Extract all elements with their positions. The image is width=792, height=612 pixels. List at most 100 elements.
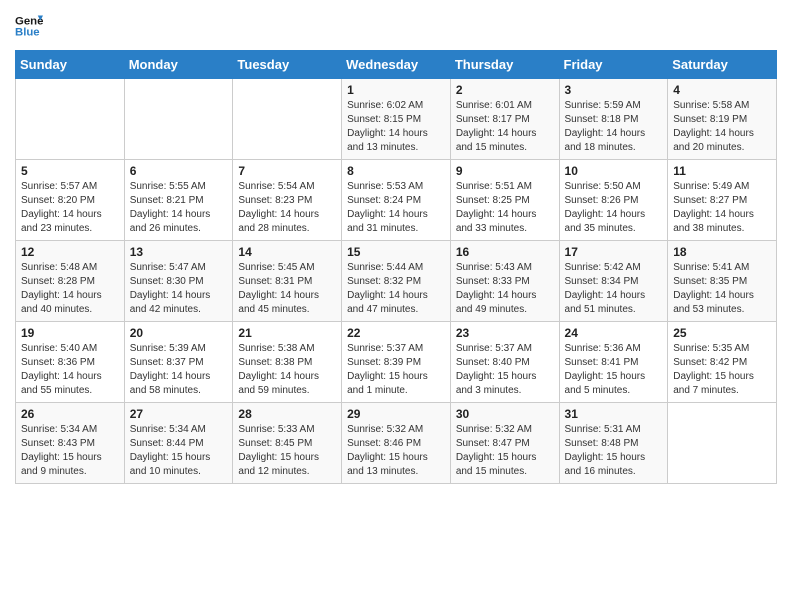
day-info: Sunrise: 5:32 AM Sunset: 8:46 PM Dayligh… [347,423,445,479]
day-number: 13 [130,245,228,259]
day-number: 16 [456,245,554,259]
column-header-saturday: Saturday [668,51,777,79]
day-info: Sunrise: 5:58 AM Sunset: 8:19 PM Dayligh… [673,99,771,155]
day-number: 29 [347,407,445,421]
column-header-friday: Friday [559,51,668,79]
day-number: 20 [130,326,228,340]
day-info: Sunrise: 5:34 AM Sunset: 8:44 PM Dayligh… [130,423,228,479]
day-number: 8 [347,164,445,178]
calendar-cell: 20 Sunrise: 5:39 AM Sunset: 8:37 PM Dayli… [124,322,233,403]
day-info: Sunrise: 5:40 AM Sunset: 8:36 PM Dayligh… [21,342,119,398]
day-number: 28 [238,407,336,421]
day-number: 27 [130,407,228,421]
calendar-cell: 12 Sunrise: 5:48 AM Sunset: 8:28 PM Dayli… [16,241,125,322]
svg-text:Blue: Blue [15,27,40,39]
day-info: Sunrise: 5:36 AM Sunset: 8:41 PM Dayligh… [565,342,663,398]
day-info: Sunrise: 5:47 AM Sunset: 8:30 PM Dayligh… [130,261,228,317]
calendar-cell: 6 Sunrise: 5:55 AM Sunset: 8:21 PM Daylig… [124,160,233,241]
day-number: 3 [565,83,663,97]
day-number: 24 [565,326,663,340]
calendar-cell: 5 Sunrise: 5:57 AM Sunset: 8:20 PM Daylig… [16,160,125,241]
day-info: Sunrise: 5:35 AM Sunset: 8:42 PM Dayligh… [673,342,771,398]
day-number: 12 [21,245,119,259]
calendar-cell: 25 Sunrise: 5:35 AM Sunset: 8:42 PM Dayli… [668,322,777,403]
day-info: Sunrise: 5:41 AM Sunset: 8:35 PM Dayligh… [673,261,771,317]
calendar-cell: 3 Sunrise: 5:59 AM Sunset: 8:18 PM Daylig… [559,79,668,160]
day-info: Sunrise: 5:45 AM Sunset: 8:31 PM Dayligh… [238,261,336,317]
day-info: Sunrise: 5:33 AM Sunset: 8:45 PM Dayligh… [238,423,336,479]
day-info: Sunrise: 5:49 AM Sunset: 8:27 PM Dayligh… [673,180,771,236]
column-header-thursday: Thursday [450,51,559,79]
calendar-table: SundayMondayTuesdayWednesdayThursdayFrid… [15,50,777,484]
page-header: General Blue [15,10,777,42]
day-info: Sunrise: 5:38 AM Sunset: 8:38 PM Dayligh… [238,342,336,398]
calendar-cell [668,403,777,484]
day-info: Sunrise: 5:55 AM Sunset: 8:21 PM Dayligh… [130,180,228,236]
day-info: Sunrise: 5:31 AM Sunset: 8:48 PM Dayligh… [565,423,663,479]
calendar-cell: 31 Sunrise: 5:31 AM Sunset: 8:48 PM Dayli… [559,403,668,484]
logo-icon: General Blue [15,12,43,40]
calendar-cell: 24 Sunrise: 5:36 AM Sunset: 8:41 PM Dayli… [559,322,668,403]
calendar-cell: 9 Sunrise: 5:51 AM Sunset: 8:25 PM Daylig… [450,160,559,241]
day-info: Sunrise: 5:32 AM Sunset: 8:47 PM Dayligh… [456,423,554,479]
day-number: 17 [565,245,663,259]
calendar-cell: 28 Sunrise: 5:33 AM Sunset: 8:45 PM Dayli… [233,403,342,484]
day-number: 30 [456,407,554,421]
calendar-cell: 26 Sunrise: 5:34 AM Sunset: 8:43 PM Dayli… [16,403,125,484]
day-info: Sunrise: 5:51 AM Sunset: 8:25 PM Dayligh… [456,180,554,236]
calendar-cell: 16 Sunrise: 5:43 AM Sunset: 8:33 PM Dayli… [450,241,559,322]
day-info: Sunrise: 5:39 AM Sunset: 8:37 PM Dayligh… [130,342,228,398]
day-number: 18 [673,245,771,259]
day-number: 10 [565,164,663,178]
calendar-cell: 14Sunrise: 5:45 AM Sunset: 8:31 PM Dayli… [233,241,342,322]
calendar-cell: 19 Sunrise: 5:40 AM Sunset: 8:36 PM Dayli… [16,322,125,403]
day-info: Sunrise: 5:44 AM Sunset: 8:32 PM Dayligh… [347,261,445,317]
calendar-cell: 18 Sunrise: 5:41 AM Sunset: 8:35 PM Dayli… [668,241,777,322]
column-header-tuesday: Tuesday [233,51,342,79]
day-number: 15 [347,245,445,259]
day-number: 6 [130,164,228,178]
calendar-cell: 17 Sunrise: 5:42 AM Sunset: 8:34 PM Dayli… [559,241,668,322]
calendar-cell: 10 Sunrise: 5:50 AM Sunset: 8:26 PM Dayli… [559,160,668,241]
day-info: Sunrise: 5:57 AM Sunset: 8:20 PM Dayligh… [21,180,119,236]
calendar-cell: 30 Sunrise: 5:32 AM Sunset: 8:47 PM Dayli… [450,403,559,484]
day-info: Sunrise: 6:02 AM Sunset: 8:15 PM Dayligh… [347,99,445,155]
day-number: 7 [238,164,336,178]
day-info: Sunrise: 5:37 AM Sunset: 8:39 PM Dayligh… [347,342,445,398]
calendar-cell: 15 Sunrise: 5:44 AM Sunset: 8:32 PM Dayli… [342,241,451,322]
calendar-cell: 29 Sunrise: 5:32 AM Sunset: 8:46 PM Dayli… [342,403,451,484]
calendar-cell: 4 Sunrise: 5:58 AM Sunset: 8:19 PM Daylig… [668,79,777,160]
day-info: Sunrise: 5:59 AM Sunset: 8:18 PM Dayligh… [565,99,663,155]
column-header-sunday: Sunday [16,51,125,79]
day-number: 23 [456,326,554,340]
day-number: 4 [673,83,771,97]
calendar-cell: 23 Sunrise: 5:37 AM Sunset: 8:40 PM Dayli… [450,322,559,403]
day-number: 11 [673,164,771,178]
calendar-cell [124,79,233,160]
day-number: 19 [21,326,119,340]
day-number: 26 [21,407,119,421]
calendar-cell: 22Sunrise: 5:37 AM Sunset: 8:39 PM Dayli… [342,322,451,403]
day-info: Sunrise: 5:48 AM Sunset: 8:28 PM Dayligh… [21,261,119,317]
day-info: Sunrise: 5:37 AM Sunset: 8:40 PM Dayligh… [456,342,554,398]
calendar-cell: 21Sunrise: 5:38 AM Sunset: 8:38 PM Dayli… [233,322,342,403]
day-number: 2 [456,83,554,97]
column-header-monday: Monday [124,51,233,79]
day-info: Sunrise: 5:34 AM Sunset: 8:43 PM Dayligh… [21,423,119,479]
column-header-wednesday: Wednesday [342,51,451,79]
day-number: 31 [565,407,663,421]
day-number: 5 [21,164,119,178]
calendar-cell: 11 Sunrise: 5:49 AM Sunset: 8:27 PM Dayli… [668,160,777,241]
calendar-cell: 8Sunrise: 5:53 AM Sunset: 8:24 PM Daylig… [342,160,451,241]
calendar-cell: 2 Sunrise: 6:01 AM Sunset: 8:17 PM Daylig… [450,79,559,160]
day-info: Sunrise: 6:01 AM Sunset: 8:17 PM Dayligh… [456,99,554,155]
calendar-cell [233,79,342,160]
day-number: 1 [347,83,445,97]
day-info: Sunrise: 5:42 AM Sunset: 8:34 PM Dayligh… [565,261,663,317]
day-info: Sunrise: 5:54 AM Sunset: 8:23 PM Dayligh… [238,180,336,236]
calendar-cell: 27 Sunrise: 5:34 AM Sunset: 8:44 PM Dayli… [124,403,233,484]
day-number: 9 [456,164,554,178]
day-info: Sunrise: 5:43 AM Sunset: 8:33 PM Dayligh… [456,261,554,317]
day-number: 25 [673,326,771,340]
day-info: Sunrise: 5:50 AM Sunset: 8:26 PM Dayligh… [565,180,663,236]
